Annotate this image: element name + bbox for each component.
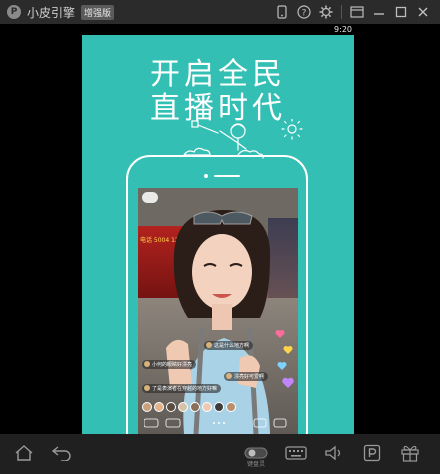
title-bar-controls: ? bbox=[271, 2, 434, 22]
gift-icon[interactable] bbox=[396, 440, 424, 466]
viewer-avatars bbox=[142, 402, 236, 412]
viewer-avatar bbox=[142, 402, 152, 412]
help-icon[interactable]: ? bbox=[293, 2, 315, 22]
viewer-avatar bbox=[226, 402, 236, 412]
close-icon[interactable] bbox=[412, 2, 434, 22]
chat-comment: 漂亮好可爱啊 bbox=[224, 372, 269, 381]
keyboard-icon[interactable] bbox=[282, 440, 310, 466]
toggle-caption: 键盘灵 bbox=[246, 461, 265, 468]
minimize-icon[interactable] bbox=[368, 2, 390, 22]
streamer-photo bbox=[166, 210, 271, 434]
viewer-avatar bbox=[214, 402, 224, 412]
volume-icon[interactable] bbox=[320, 440, 348, 466]
emulator-bottom-toolbar: 键盘灵 bbox=[0, 434, 440, 474]
viewer-avatar bbox=[202, 402, 212, 412]
floating-hearts bbox=[275, 330, 294, 388]
app-splash-screen[interactable]: 开启全民 直播时代 电话 5004 1220 这是什么地方啊 小何的眼睛好漂亮 … bbox=[82, 35, 354, 434]
title-bar: P 小皮引擎 增强版 ? bbox=[0, 0, 440, 24]
svg-text:?: ? bbox=[302, 9, 307, 19]
chat-comment: 了是表演者在穿越的地方好嘛 bbox=[142, 384, 222, 393]
phone-icon[interactable] bbox=[271, 2, 293, 22]
live-stream-preview: 电话 5004 1220 这是什么地方啊 小何的眼睛好漂亮 漂亮好可爱啊 了是表… bbox=[138, 188, 298, 434]
maximize-icon[interactable] bbox=[390, 2, 412, 22]
app-title: 小皮引擎 bbox=[27, 5, 76, 20]
viewer-avatar bbox=[166, 402, 176, 412]
title-bar-divider bbox=[341, 5, 342, 19]
skin-icon[interactable] bbox=[346, 2, 368, 22]
phone-speaker bbox=[214, 175, 240, 177]
chat-comment: 小何的眼睛好漂亮 bbox=[142, 360, 197, 369]
selfie-doodle-illustration bbox=[182, 119, 303, 159]
viewer-avatar bbox=[190, 402, 200, 412]
live-bottom-controls bbox=[144, 418, 287, 428]
app-logo-icon: P bbox=[7, 5, 21, 19]
gear-icon[interactable] bbox=[315, 2, 337, 22]
android-status-bar: 9:20 bbox=[0, 24, 440, 35]
host-avatar bbox=[142, 192, 158, 203]
home-icon[interactable] bbox=[10, 440, 38, 466]
edition-badge: 增强版 bbox=[81, 4, 115, 20]
viewer-avatar bbox=[154, 402, 164, 412]
viewer-avatar bbox=[178, 402, 188, 412]
parking-icon[interactable] bbox=[358, 440, 386, 466]
chat-comment: 这是什么地方啊 bbox=[204, 341, 254, 350]
back-icon[interactable] bbox=[48, 440, 76, 466]
status-clock: 9:20 bbox=[334, 25, 352, 34]
emulator-window: P 小皮引擎 增强版 ? 9:20 开启全民 直播时代 电话 5004 1220… bbox=[0, 0, 440, 474]
phone-camera-dot bbox=[204, 174, 208, 178]
